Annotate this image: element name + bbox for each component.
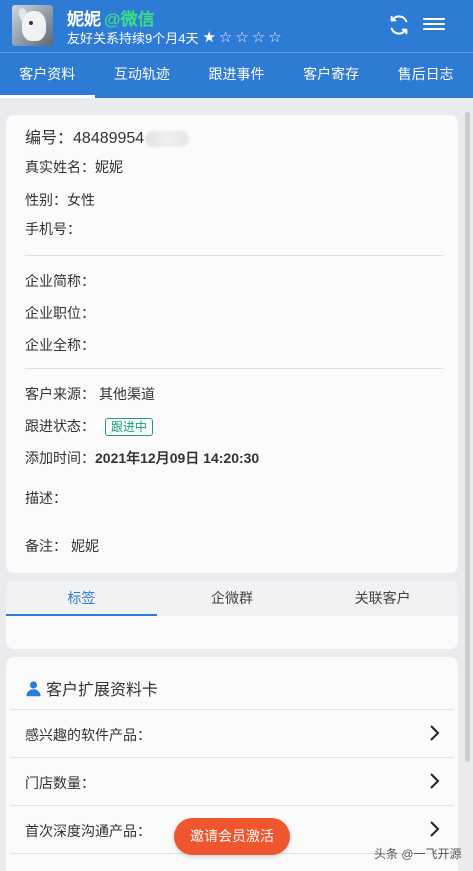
star-filled-icon: ★: [202, 29, 216, 46]
chevron-right-icon: [430, 725, 440, 741]
watermark: 头条 @一飞开源: [374, 847, 462, 861]
tab-follow-events[interactable]: 跟进事件: [189, 53, 284, 98]
customer-name: 妮妮 @微信: [67, 5, 155, 30]
ext-field-software-products[interactable]: 感兴趣的软件产品：: [10, 709, 454, 757]
company-full-row: 企业全称：: [25, 337, 95, 353]
extension-title: 客户扩展资料卡: [25, 676, 158, 700]
relation-info: 友好关系持续9个月4天 ★ ☆ ☆ ☆ ☆: [67, 28, 285, 47]
menu-icon[interactable]: [423, 15, 445, 35]
added-time-value: 2021年12月09日 14:20:30: [95, 450, 260, 466]
main-tabs: 客户资料 互动轨迹 跟进事件 客户寄存 售后日志: [0, 53, 473, 98]
avatar[interactable]: [12, 5, 53, 46]
profile-card: 编号：48489954 真实姓名：妮妮 性别：女性 手机号： 企业简称： 企业职…: [6, 115, 458, 573]
real-name-row: 真实姓名：妮妮: [25, 159, 123, 175]
divider: [25, 368, 443, 369]
company-position-row: 企业职位：: [25, 305, 95, 321]
star-empty-icon: ☆: [235, 29, 249, 46]
relation-duration: 友好关系持续9个月4天: [67, 31, 199, 46]
customer-id: 48489954: [73, 130, 145, 147]
tab-customer-storage[interactable]: 客户寄存: [284, 53, 379, 98]
customer-name-text: 妮妮: [67, 10, 101, 29]
tab-related-customers[interactable]: 关联客户: [307, 581, 458, 616]
tab-wecom-groups[interactable]: 企微群: [157, 581, 308, 616]
star-empty-icon: ☆: [218, 29, 233, 46]
ext-field-store-count[interactable]: 门店数量：: [10, 757, 454, 805]
app-header: 妮妮 @微信 友好关系持续9个月4天 ★ ☆ ☆ ☆ ☆ 客户资料 互动轨迹 跟进…: [0, 0, 473, 98]
tab-tags[interactable]: 标签: [6, 581, 157, 616]
extension-title-text: 客户扩展资料卡: [46, 682, 159, 699]
remark-value: 妮妮: [71, 538, 99, 554]
refresh-icon[interactable]: [388, 14, 410, 36]
phone-row: 手机号：: [25, 221, 81, 237]
tags-card: 标签 企微群 关联客户: [6, 581, 458, 649]
chevron-right-icon: [430, 821, 440, 837]
added-time-row: 添加时间：2021年12月09日 14:20:30: [25, 450, 260, 466]
company-short-row: 企业简称：: [25, 273, 95, 289]
gender-value: 女性: [67, 192, 95, 208]
scrollbar[interactable]: [465, 112, 470, 762]
divider: [25, 255, 443, 256]
gender-row: 性别：女性: [25, 192, 95, 208]
sub-tabs: 标签 企微群 关联客户: [6, 581, 458, 616]
chevron-right-icon: [430, 773, 440, 789]
star-empty-icon: ☆: [251, 29, 266, 46]
source-value: 其他渠道: [99, 386, 155, 402]
follow-status-row: 跟进状态： 跟进中: [25, 416, 154, 436]
invite-member-activate-button[interactable]: 邀请会员激活: [174, 818, 290, 855]
tab-interaction-track[interactable]: 互动轨迹: [95, 53, 190, 98]
tab-after-sales-log[interactable]: 售后日志: [378, 53, 473, 98]
tab-customer-profile[interactable]: 客户资料: [0, 53, 95, 98]
remark-row: 备注： 妮妮: [25, 538, 99, 554]
rating-stars: ★ ☆ ☆ ☆ ☆: [202, 30, 284, 45]
customer-source: @微信: [104, 10, 155, 29]
id-row: 编号：48489954: [25, 124, 190, 148]
source-row: 客户来源： 其他渠道: [25, 386, 155, 402]
status-badge: 跟进中: [105, 418, 154, 436]
star-empty-icon: ☆: [268, 29, 282, 46]
person-icon: [26, 680, 41, 696]
description-row: 描述：: [25, 490, 67, 506]
real-name-value: 妮妮: [95, 159, 123, 175]
blurred-id-suffix: [145, 130, 190, 147]
